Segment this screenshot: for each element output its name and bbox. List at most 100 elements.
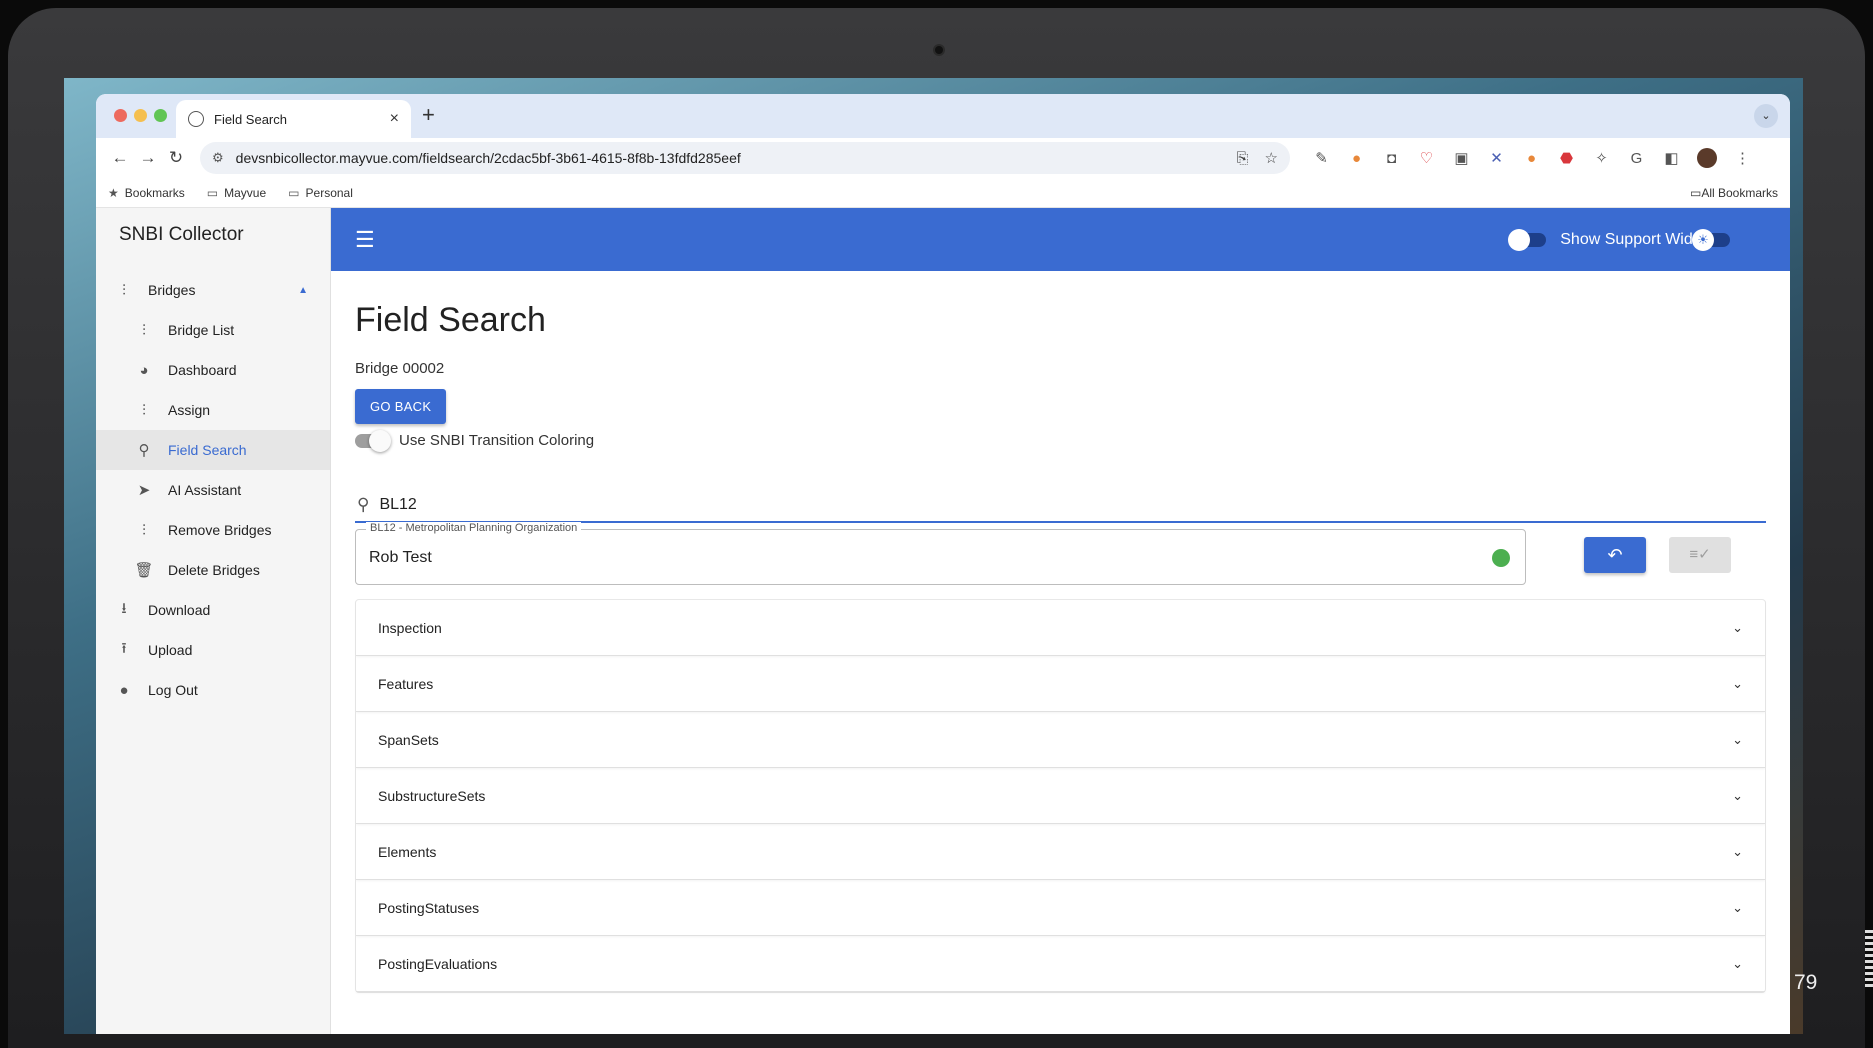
accept-button[interactable]: ≡✓ xyxy=(1669,537,1731,573)
sidebar-item-label: Download xyxy=(148,602,211,618)
bookmarks-bar: ★ Bookmarks ▭ Mayvue ▭ Personal ▭ All Bookma… xyxy=(96,178,1790,208)
search-icon: ⚲ xyxy=(357,495,370,514)
support-widget-toggle[interactable]: Show Support Widget xyxy=(1508,228,1715,251)
site-settings-icon[interactable]: ⚙ xyxy=(212,150,224,166)
sidebar-item-label: Dashboard xyxy=(168,362,237,378)
sidebar-item-dashboard[interactable]: ◕ Dashboard xyxy=(96,350,330,390)
undo-icon: ↶ xyxy=(1607,545,1623,565)
sidebar-item-upload[interactable]: ⭱ Upload xyxy=(96,630,330,670)
bookmark-item[interactable]: ▭ Personal xyxy=(288,186,353,200)
sidebar-item-log-out[interactable]: ● Log Out xyxy=(96,670,330,710)
sidebar-item-download[interactable]: ⭳ Download xyxy=(96,590,330,630)
sidebar-item-assign[interactable]: ⫶ Assign xyxy=(96,390,330,430)
transition-coloring-toggle[interactable]: Use SNBI Transition Coloring xyxy=(355,429,1766,452)
field-search-input[interactable]: ⚲ BL12 xyxy=(355,489,1766,523)
bookmark-star-icon[interactable]: ☆ xyxy=(1265,149,1278,167)
x-extension-icon[interactable]: ✕ xyxy=(1479,149,1514,167)
accordion-label: Elements xyxy=(378,843,437,860)
close-tab-button[interactable]: × xyxy=(390,110,399,128)
kebab-menu-icon[interactable]: ⋮ xyxy=(1725,149,1760,167)
assign-icon: ⫶ xyxy=(142,401,146,419)
field-value-box[interactable]: BL12 - Metropolitan Planning Organizatio… xyxy=(355,522,1526,585)
close-window-button[interactable] xyxy=(114,109,127,122)
folder-icon: ▭ xyxy=(206,185,219,200)
reload-button[interactable]: ↻ xyxy=(162,148,190,168)
url-text[interactable]: devsnbicollector.mayvue.com/fieldsearch/… xyxy=(236,150,1221,166)
bookmark-label: Bookmarks xyxy=(124,185,185,200)
upload-icon: ⭱ xyxy=(121,639,127,657)
browser-toolbar: ← → ↻ ⚙ devsnbicollector.mayvue.com/fiel… xyxy=(96,138,1790,178)
camera-extension-icon[interactable]: ◘ xyxy=(1374,150,1409,167)
bookmark-label: Mayvue xyxy=(224,185,267,200)
back-button[interactable]: ← xyxy=(106,148,134,168)
accordion-spansets[interactable]: SpanSets ⌄ xyxy=(356,712,1765,768)
theme-switch[interactable]: ☀ xyxy=(1692,229,1730,251)
all-bookmarks[interactable]: ▭ All Bookmarks xyxy=(1690,186,1778,200)
pocket-extension-icon[interactable]: ♡ xyxy=(1409,149,1444,167)
remove-icon: ⫶ xyxy=(142,521,146,539)
app-title: SNBI Collector xyxy=(119,224,244,245)
switch-knob xyxy=(369,429,391,452)
chevron-down-icon: ⌄ xyxy=(1732,675,1743,691)
address-bar[interactable]: ⚙ devsnbicollector.mayvue.com/fieldsearc… xyxy=(200,142,1290,174)
menu-icon[interactable]: ☰ xyxy=(355,227,375,253)
picture-in-picture-icon[interactable]: ▣ xyxy=(1444,149,1479,167)
accordion-inspection[interactable]: Inspection ⌄ xyxy=(356,600,1765,656)
accordion-features[interactable]: Features ⌄ xyxy=(356,656,1765,712)
cookie-extension-icon[interactable]: ● xyxy=(1514,150,1549,167)
tab-search-button[interactable]: ⌄ xyxy=(1754,104,1778,128)
app-root: SNBI Collector ⫶ Bridges ▲ ⫶ Bridge List… xyxy=(96,208,1790,1034)
sidebar-item-ai-assistant[interactable]: ➤ AI Assistant xyxy=(96,470,330,510)
accordion-elements[interactable]: Elements ⌄ xyxy=(356,824,1765,880)
extensions-puzzle-icon[interactable]: ✧ xyxy=(1584,149,1619,167)
sidebar-item-bridge-list[interactable]: ⫶ Bridge List xyxy=(96,310,330,350)
sidebar-item-label: Log Out xyxy=(148,682,198,698)
caret-up-icon: ▲ xyxy=(298,284,308,296)
support-switch[interactable] xyxy=(1508,228,1547,251)
page-body: Field Search Bridge 00002 GO BACK Use SN… xyxy=(331,301,1790,993)
accordion-postingstatuses[interactable]: PostingStatuses ⌄ xyxy=(356,880,1765,936)
adblock-extension-icon[interactable]: ⬣ xyxy=(1549,149,1584,167)
side-panel-icon[interactable]: ◧ xyxy=(1654,149,1689,167)
accordion-substructuresets[interactable]: SubstructureSets ⌄ xyxy=(356,768,1765,824)
coloring-switch[interactable] xyxy=(355,429,391,452)
sidebar-item-label: Bridge List xyxy=(168,322,235,338)
tab-field-search[interactable]: Field Search × xyxy=(176,100,411,138)
sidebar-item-label: Assign xyxy=(168,402,211,418)
sidebar-item-field-search[interactable]: ⚲ Field Search xyxy=(96,430,330,470)
sidebar-item-delete-bridges[interactable]: 🗑 Delete Bridges xyxy=(96,550,330,590)
chevron-down-icon: ⌄ xyxy=(1732,787,1743,803)
tab-strip: Field Search × + ⌄ xyxy=(96,94,1790,138)
accordion-postingevaluations[interactable]: PostingEvaluations ⌄ xyxy=(356,936,1765,992)
page-title: Field Search xyxy=(355,301,546,339)
bookmark-item[interactable]: ▭ Mayvue xyxy=(207,186,266,200)
sidebar: SNBI Collector ⫶ Bridges ▲ ⫶ Bridge List… xyxy=(96,208,331,1034)
edge-marker xyxy=(1865,930,1873,990)
forward-button[interactable]: → xyxy=(134,148,162,168)
sidebar-item-label: AI Assistant xyxy=(168,482,242,498)
honey-extension-icon[interactable]: ● xyxy=(1339,150,1374,167)
pie-chart-icon: ◕ xyxy=(139,361,149,379)
go-back-button[interactable]: GO BACK xyxy=(355,389,447,424)
sidebar-item-bridges[interactable]: ⫶ Bridges ▲ xyxy=(96,270,330,310)
sidebar-item-remove-bridges[interactable]: ⫶ Remove Bridges xyxy=(96,510,330,550)
eyedropper-extension-icon[interactable]: ✎ xyxy=(1304,149,1339,167)
chevron-down-icon: ⌄ xyxy=(1732,955,1743,971)
extensions-row: ✎ ● ◘ ♡ ▣ ✕ ● ⬣ ✧ G ◧ ⋮ xyxy=(1304,148,1760,168)
maximize-window-button[interactable] xyxy=(154,109,167,122)
laptop-screen: Field Search × + ⌄ ← → ↻ ⚙ devsnbicollec… xyxy=(64,78,1803,1034)
webcam xyxy=(933,44,945,56)
undo-button[interactable]: ↶ xyxy=(1584,537,1646,573)
field-value[interactable]: Rob Test xyxy=(369,549,432,567)
new-tab-button[interactable]: + xyxy=(422,102,435,128)
minimize-window-button[interactable] xyxy=(134,109,147,122)
bridge-list-icon: ⫶ xyxy=(142,321,146,339)
search-value[interactable]: BL12 xyxy=(379,496,416,514)
install-app-icon[interactable]: ⎘ xyxy=(1237,150,1249,167)
trash-icon: 🗑 xyxy=(134,562,154,579)
profile-avatar[interactable] xyxy=(1697,148,1717,168)
google-icon[interactable]: G xyxy=(1619,150,1654,167)
chevron-down-icon: ⌄ xyxy=(1732,619,1743,635)
app-bar: ☰ Show Support Widget ☀ xyxy=(331,208,1790,271)
bookmark-item[interactable]: ★ Bookmarks xyxy=(108,186,185,200)
